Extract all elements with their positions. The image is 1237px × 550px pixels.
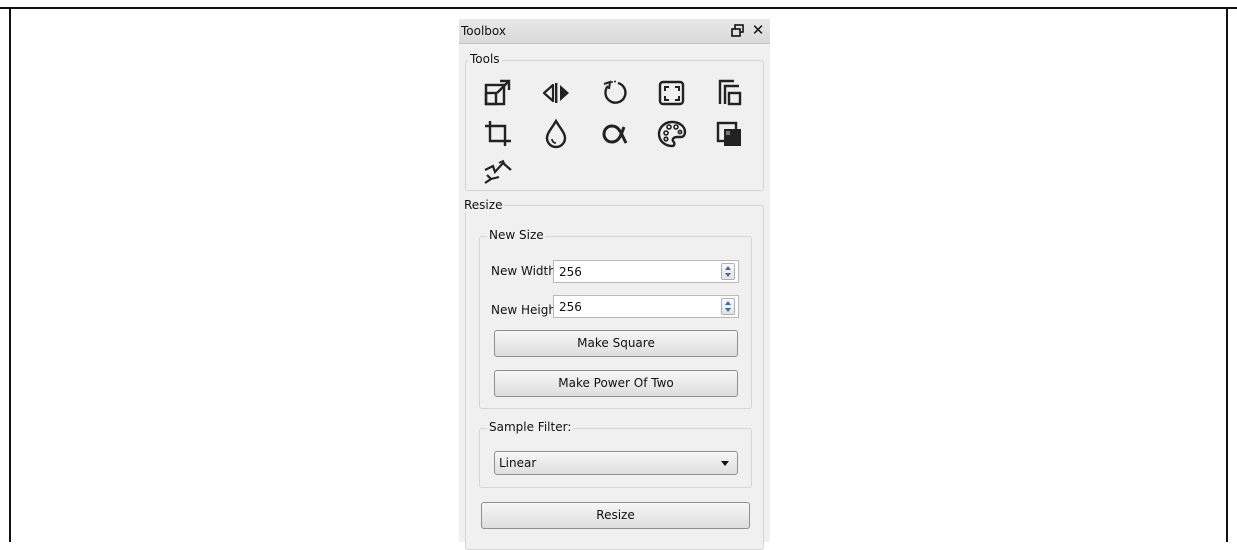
- flip-icon[interactable]: [539, 76, 573, 110]
- frame-right-border: [1226, 7, 1228, 542]
- close-icon[interactable]: ✕: [751, 23, 765, 38]
- spin-down-icon[interactable]: [725, 273, 731, 277]
- tools-group-label: Tools: [468, 52, 502, 66]
- new-width-spin-arrows[interactable]: [721, 263, 735, 280]
- rotate-icon[interactable]: [598, 76, 632, 110]
- chevron-down-icon[interactable]: [721, 461, 729, 466]
- resize-group-label: Resize: [462, 198, 505, 212]
- sample-filter-selected: Linear: [499, 456, 537, 470]
- spin-down-icon[interactable]: [725, 308, 731, 312]
- resize-button[interactable]: Resize: [481, 502, 750, 529]
- float-window-icon[interactable]: [731, 24, 745, 38]
- new-height-spin-arrows[interactable]: [721, 298, 735, 315]
- spin-up-icon[interactable]: [725, 301, 731, 305]
- sample-filter-group-label: Sample Filter:: [487, 420, 574, 434]
- toolbox-titlebar[interactable]: Toolbox ✕: [459, 19, 770, 44]
- frame-top-border: [0, 7, 1237, 9]
- new-size-group: New Size New Width: 256 New Height: 256 …: [479, 228, 752, 409]
- new-height-value: 256: [559, 300, 582, 314]
- new-size-group-label: New Size: [487, 228, 546, 242]
- new-width-value: 256: [559, 265, 582, 279]
- toolbox-title: Toolbox: [461, 24, 506, 38]
- alpha-icon[interactable]: [598, 117, 632, 151]
- color-drop-icon[interactable]: [539, 117, 573, 151]
- make-power-of-two-button[interactable]: Make Power Of Two: [494, 370, 738, 397]
- new-height-spinbox[interactable]: 256: [553, 295, 739, 318]
- make-square-button[interactable]: Make Square: [494, 330, 738, 357]
- new-width-label: New Width:: [491, 264, 560, 278]
- frame-left-border: [9, 7, 11, 542]
- sample-filter-group: Sample Filter: Linear: [479, 420, 752, 488]
- resize-group: Resize New Size New Width: 256 New Heigh…: [462, 198, 764, 550]
- tools-group: Tools: [465, 52, 764, 191]
- sample-filter-dropdown[interactable]: Linear: [494, 451, 738, 475]
- new-width-spinbox[interactable]: 256: [553, 260, 739, 283]
- spin-up-icon[interactable]: [725, 266, 731, 270]
- crop-icon[interactable]: [481, 117, 515, 151]
- gradient-map-icon[interactable]: [481, 155, 515, 189]
- layer-copy-icon[interactable]: [712, 117, 746, 151]
- resize-icon[interactable]: [481, 76, 515, 110]
- fit-canvas-icon[interactable]: [655, 76, 689, 110]
- toolbox-panel: Toolbox ✕ Tools Resize New Size New Widt…: [459, 19, 770, 550]
- canvas-size-icon[interactable]: [712, 76, 746, 110]
- palette-icon[interactable]: [655, 117, 689, 151]
